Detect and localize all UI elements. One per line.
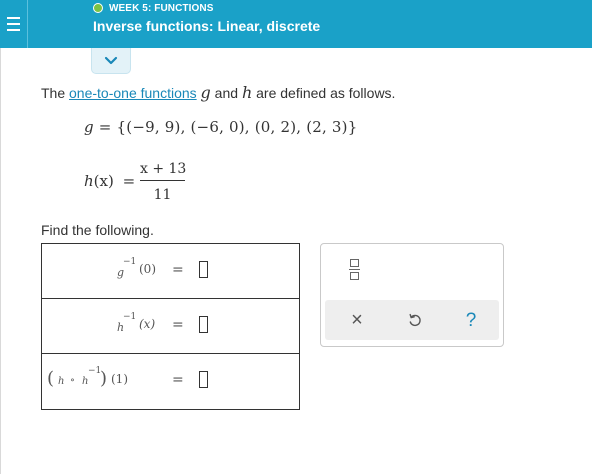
week-label-row: WEEK 5: FUNCTIONS xyxy=(93,2,214,14)
close-paren: ) xyxy=(100,368,108,389)
func-h: h xyxy=(117,321,125,334)
close-icon: × xyxy=(351,309,363,331)
inverse-superscript: −1 xyxy=(123,312,137,322)
fraction-icon[interactable] xyxy=(349,259,360,281)
left-divider xyxy=(0,48,1,474)
problem-intro: The one-to-one functions g and h are def… xyxy=(41,83,395,102)
func-h-right: h xyxy=(82,376,89,387)
h-denominator: 11 xyxy=(153,187,172,203)
one-to-one-functions-link[interactable]: one-to-one functions xyxy=(69,85,197,101)
equals-sign: = xyxy=(172,317,184,333)
open-paren: ( xyxy=(47,368,55,389)
h-inverse-expression: h −1 (x) = xyxy=(42,299,299,354)
arg-x: (x) xyxy=(139,317,156,331)
fraction-line xyxy=(349,269,360,270)
chevron-down-icon xyxy=(104,56,118,65)
g-equals: = xyxy=(93,118,117,136)
answer-input-g-inverse-of-0[interactable] xyxy=(199,261,208,278)
h-numerator: x + 13 xyxy=(140,161,187,177)
undo-button[interactable] xyxy=(395,300,435,340)
func-h-left: h xyxy=(58,376,65,387)
composition-expression: ( h ∘ h −1 ) (1) = xyxy=(42,354,299,409)
status-dot-icon xyxy=(93,3,103,13)
inverse-superscript: −1 xyxy=(123,257,137,267)
intro-text-and: and xyxy=(210,85,242,101)
compose-operator: ∘ xyxy=(70,375,75,386)
intro-text-end: are defined as follows. xyxy=(252,85,396,101)
h-lhs: h(x) = xyxy=(84,172,135,190)
g-set: {(−9, 9), (−6, 0), (0, 2), (2, 3)} xyxy=(116,118,358,136)
arg-0: (0) xyxy=(139,262,156,276)
fraction-denominator-box xyxy=(350,272,359,280)
fraction-bar xyxy=(140,180,185,181)
answer-row-composition: ( h ∘ h −1 ) (1) = xyxy=(42,354,299,409)
help-icon: ? xyxy=(465,309,477,331)
math-tool-panel: × ? xyxy=(320,243,504,347)
menu-line xyxy=(7,23,20,25)
h-equals: = xyxy=(122,172,136,190)
h-arg: (x) xyxy=(93,172,114,190)
equals-sign: = xyxy=(172,262,184,278)
answer-input-h-inverse-of-x[interactable] xyxy=(199,316,208,333)
g-name: g xyxy=(84,118,94,136)
var-g: g xyxy=(200,83,211,102)
h-fraction: x + 13 11 xyxy=(140,159,187,205)
topic-title: Inverse functions: Linear, discrete xyxy=(93,18,321,34)
h-name: h xyxy=(84,172,94,190)
week-label: WEEK 5: FUNCTIONS xyxy=(109,2,214,14)
action-toolbar: × ? xyxy=(325,300,499,340)
fraction-numerator-box xyxy=(350,259,359,267)
top-header-bar: WEEK 5: FUNCTIONS Inverse functions: Lin… xyxy=(0,0,592,48)
answer-row-h-inverse: h −1 (x) = xyxy=(42,299,299,354)
menu-line xyxy=(7,17,20,19)
answer-input-composition-of-1[interactable] xyxy=(199,371,208,388)
clear-button[interactable]: × xyxy=(337,300,377,340)
func-g: g xyxy=(117,266,125,279)
find-label: Find the following. xyxy=(41,222,154,238)
var-h: h xyxy=(241,83,253,102)
help-button[interactable]: ? xyxy=(451,300,491,340)
arg-1: (1) xyxy=(111,372,128,386)
collapse-toggle-button[interactable] xyxy=(91,48,131,74)
menu-line xyxy=(7,29,20,31)
equals-sign: = xyxy=(172,372,184,388)
answer-row-g-inverse: g −1 (0) = xyxy=(42,244,299,299)
g-inverse-expression: g −1 (0) = xyxy=(42,244,299,299)
intro-text-start: The xyxy=(41,85,70,101)
hamburger-menu-icon[interactable] xyxy=(0,0,28,48)
undo-icon xyxy=(409,313,421,327)
answer-table: g −1 (0) = h −1 (x) = ( h ∘ h −1 ) (1) = xyxy=(41,243,300,410)
g-definition: g = {(−9, 9), (−6, 0), (0, 2), (2, 3)} xyxy=(84,118,357,136)
